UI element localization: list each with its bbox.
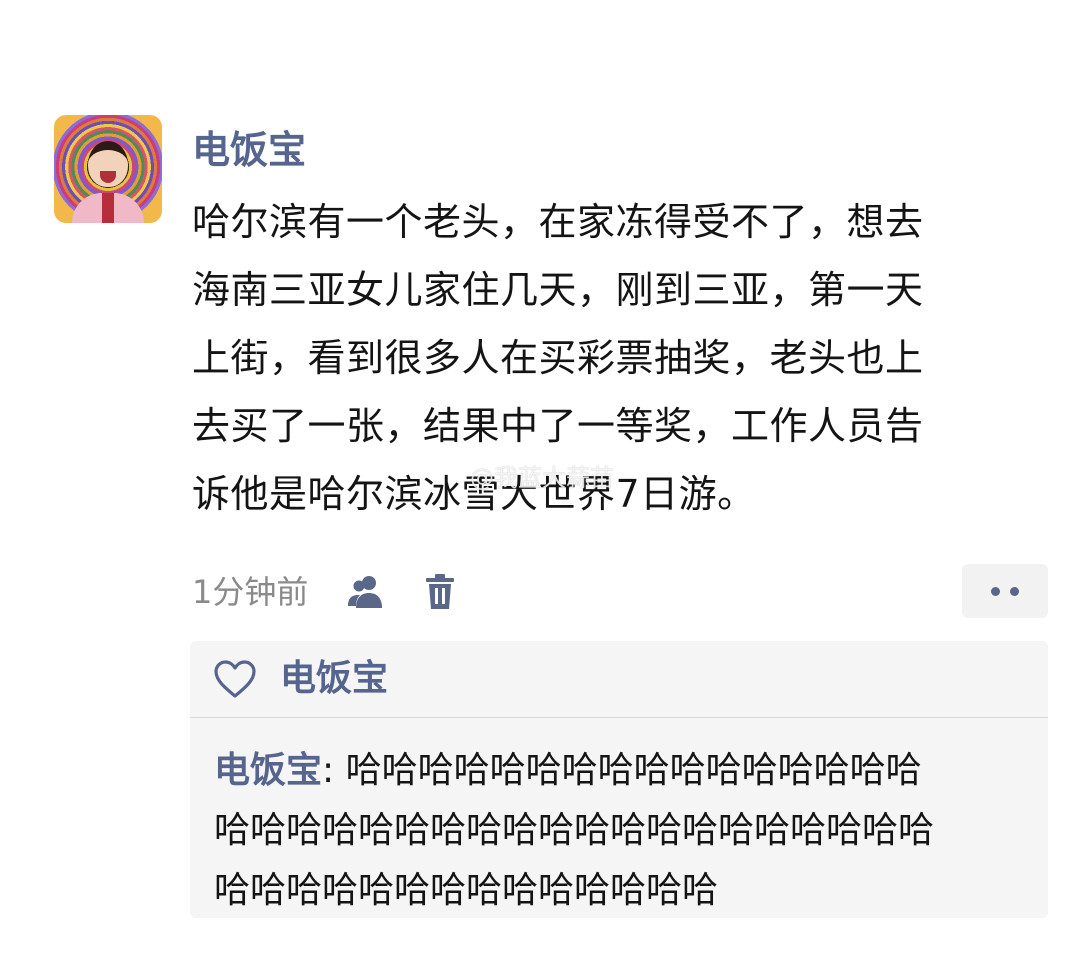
avatar[interactable]	[54, 115, 162, 223]
timestamp: 1分钟前	[192, 573, 309, 611]
moments-post: 电饭宝 哈尔滨有一个老头，在家冻得受不了，想去 海南三亚女儿家住几天，刚到三亚，…	[0, 0, 1080, 953]
post-text-line: 上街，看到很多人在买彩票抽奖，老头也上	[192, 336, 924, 380]
liker-name[interactable]: 电饭宝	[280, 653, 388, 705]
likes-comments-panel: 电饭宝 电饭宝: 哈哈哈哈哈哈哈哈哈哈哈哈哈哈哈哈 哈哈哈哈哈哈哈哈哈哈哈哈哈哈…	[190, 641, 1048, 918]
more-dots-icon[interactable]	[962, 564, 1048, 618]
comment-text: 哈哈哈哈哈哈哈哈哈哈哈哈哈哈哈哈	[345, 750, 922, 791]
comment-separator: :	[322, 750, 346, 791]
trash-icon[interactable]	[418, 570, 462, 614]
post-text-line: 诉他是哈尔滨冰雪大世界7日游。	[192, 472, 756, 516]
watermark: @我蓝大蒜苗	[470, 464, 614, 492]
comment-item[interactable]: 电饭宝: 哈哈哈哈哈哈哈哈哈哈哈哈哈哈哈哈 哈哈哈哈哈哈哈哈哈哈哈哈哈哈哈哈哈哈…	[214, 741, 1034, 921]
post-text: 哈尔滨有一个老头，在家冻得受不了，想去 海南三亚女儿家住几天，刚到三亚，第一天 …	[192, 188, 1052, 528]
post-text-line: 海南三亚女儿家住几天，刚到三亚，第一天	[192, 268, 924, 312]
post-text-line: 哈尔滨有一个老头，在家冻得受不了，想去	[192, 200, 924, 244]
divider	[190, 717, 1048, 718]
likes-row: 电饭宝	[190, 641, 1048, 717]
comment-line: 哈哈哈哈哈哈哈哈哈哈哈哈哈哈哈哈哈哈哈哈	[214, 810, 935, 851]
comment-author[interactable]: 电饭宝	[214, 750, 322, 791]
heart-icon	[212, 659, 258, 699]
comment-line: 哈哈哈哈哈哈哈哈哈哈哈哈哈哈	[214, 870, 719, 911]
people-icon[interactable]	[344, 570, 388, 614]
post-text-line: 去买了一张，结果中了一等奖，工作人员告	[192, 404, 924, 448]
post-meta-row: 1分钟前	[192, 564, 1048, 618]
post-author-name[interactable]: 电饭宝	[192, 124, 306, 176]
comment-line: 电饭宝: 哈哈哈哈哈哈哈哈哈哈哈哈哈哈哈哈	[214, 741, 1034, 801]
